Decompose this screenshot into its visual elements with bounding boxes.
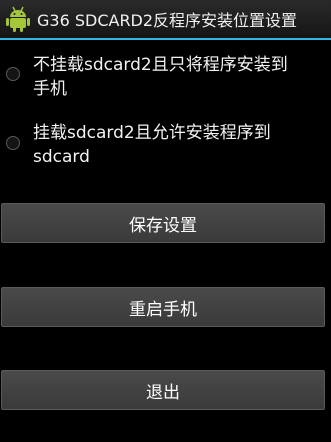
option-label: 不挂载sdcard2且只将程序安装到手机 (33, 55, 288, 99)
window-title: G36 SDCARD2反程序安装位置设置 (37, 11, 298, 30)
option-phone-only[interactable]: 不挂载sdcard2且只将程序安装到手机 (0, 53, 331, 101)
android-robot-icon (6, 6, 30, 32)
option-allow-sdcard[interactable]: 挂载sdcard2且允许安装程序到sdcard (0, 121, 331, 169)
reboot-phone-button[interactable]: 重启手机 (1, 287, 325, 327)
save-settings-button[interactable]: 保存设置 (1, 203, 325, 243)
option-label: 挂载sdcard2且允许安装程序到sdcard (33, 123, 271, 167)
radio-button[interactable] (6, 136, 20, 150)
title-bar: G36 SDCARD2反程序安装位置设置 (0, 0, 331, 40)
exit-button[interactable]: 退出 (1, 370, 325, 410)
radio-button[interactable] (6, 67, 20, 81)
